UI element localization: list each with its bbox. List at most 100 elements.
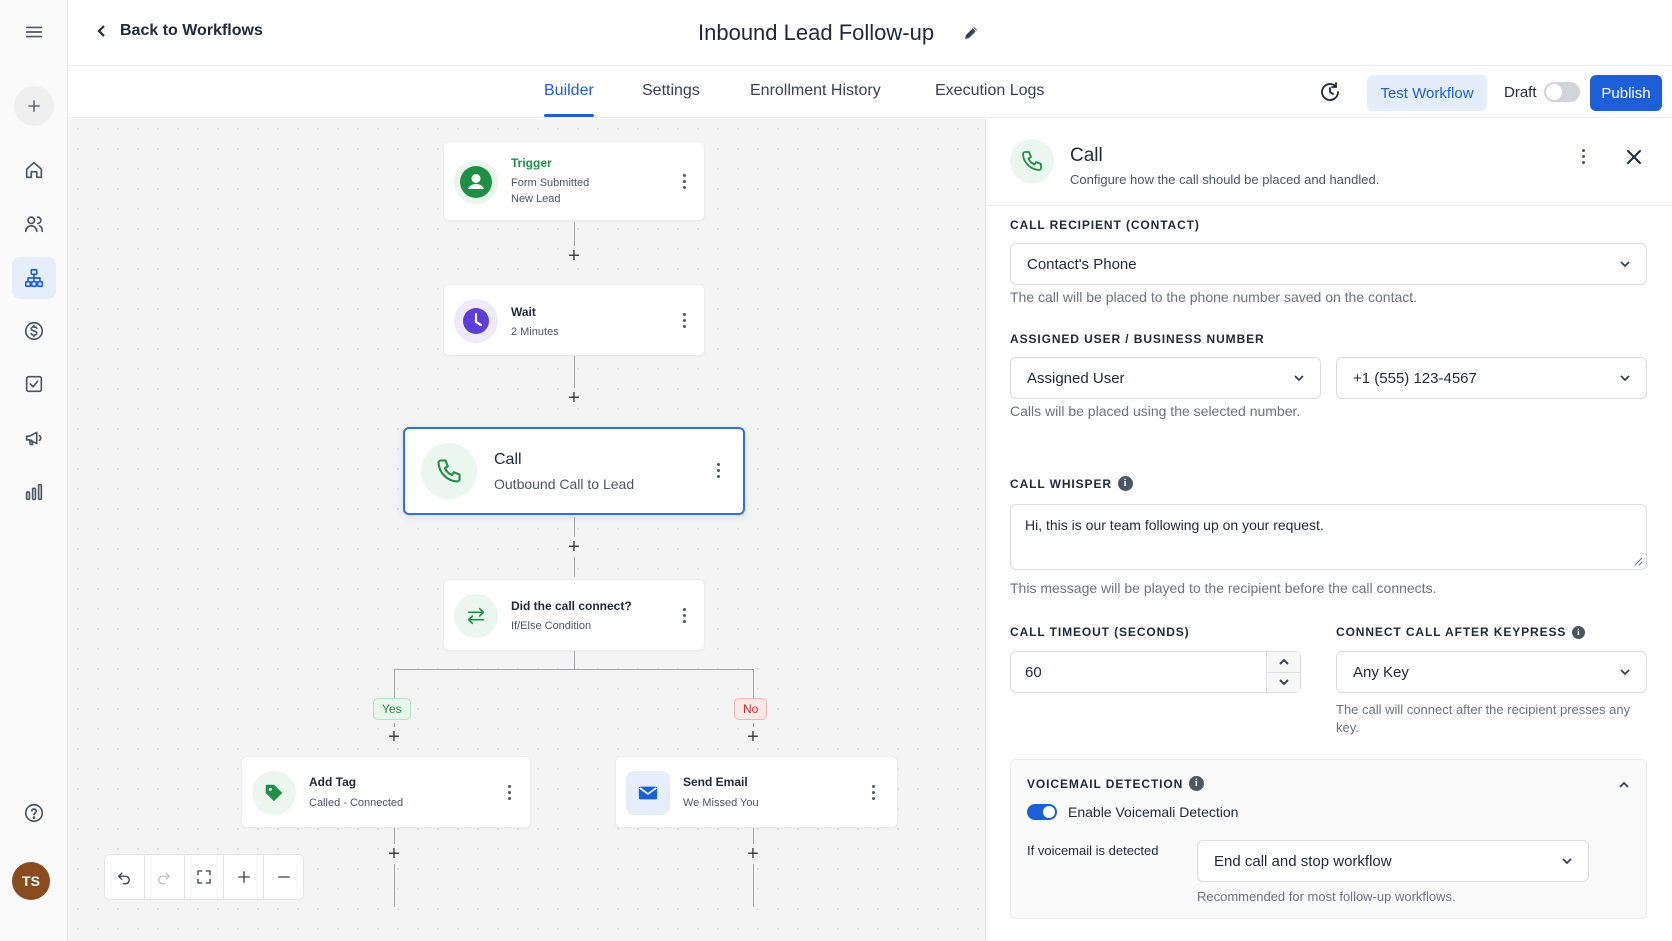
timeout-value: 60 xyxy=(1025,663,1042,681)
connector-line xyxy=(753,827,754,907)
info-icon[interactable]: i xyxy=(1189,776,1205,791)
more-options-icon[interactable] xyxy=(508,785,512,803)
voicemail-if-label: If voicemail is detected xyxy=(1027,843,1159,858)
tasks-icon[interactable] xyxy=(12,363,56,405)
add-tag-node[interactable]: Add Tag Called - Connected xyxy=(241,756,531,828)
close-icon[interactable] xyxy=(1624,147,1644,167)
tab-enrollment-history[interactable]: Enrollment History xyxy=(750,82,881,100)
timeout-input[interactable]: 60 xyxy=(1010,651,1301,693)
assigned-user-select[interactable]: Assigned User xyxy=(1010,357,1321,399)
connector-line xyxy=(574,651,575,669)
info-icon[interactable]: i xyxy=(1117,476,1133,491)
tab-builder[interactable]: Builder xyxy=(544,82,594,100)
add-step-plus-icon[interactable]: + xyxy=(564,537,584,557)
condition-icon-wrap xyxy=(454,594,498,638)
pencil-icon[interactable] xyxy=(962,24,980,42)
call-node[interactable]: Call Outbound Call to Lead xyxy=(403,427,745,515)
keypress-help: The call will connect after the recipien… xyxy=(1336,702,1631,735)
add-step-plus-icon[interactable]: + xyxy=(384,844,404,864)
resize-handle-icon[interactable] xyxy=(1633,556,1643,566)
voicemail-action-select[interactable]: End call and stop workflow xyxy=(1197,840,1589,882)
test-workflow-button[interactable]: Test Workflow xyxy=(1367,75,1487,111)
marketing-icon[interactable] xyxy=(12,417,56,459)
no-branch-label: No xyxy=(734,698,768,720)
chevron-down-icon xyxy=(1278,679,1289,686)
whisper-textarea[interactable]: Hi, this is our team following up on you… xyxy=(1010,504,1647,570)
redo-button[interactable] xyxy=(145,855,185,899)
clock-icon xyxy=(463,308,489,334)
connector-line xyxy=(753,669,754,699)
business-number-select[interactable]: +1 (555) 123-4567 xyxy=(1336,357,1647,399)
trigger-node[interactable]: Trigger Form Submitted New Lead xyxy=(443,141,705,221)
wait-icon-wrap xyxy=(454,299,498,343)
undo-button[interactable] xyxy=(105,855,145,899)
create-new-button[interactable] xyxy=(14,86,54,126)
keypress-label: CONNECT CALL AFTER KEYPRESS i xyxy=(1336,625,1586,639)
workflow-canvas[interactable]: + + + + + + + Trigger Form Submitted New… xyxy=(68,119,985,941)
panel-header-divider xyxy=(986,205,1672,206)
version-history-icon[interactable] xyxy=(1318,80,1342,104)
keypress-select[interactable]: Any Key xyxy=(1336,651,1647,693)
draft-label: Draft xyxy=(1504,84,1537,101)
menu-icon[interactable] xyxy=(12,11,56,53)
voicemail-section: VOICEMAIL DETECTION i Enable Voicemali D… xyxy=(1010,759,1647,919)
tab-settings[interactable]: Settings xyxy=(642,82,700,100)
zoom-out-button[interactable] xyxy=(264,855,303,899)
chevron-down-icon xyxy=(1294,375,1304,382)
condition-node[interactable]: Did the call connect? If/Else Condition xyxy=(443,579,705,651)
back-to-workflows-link[interactable]: Back to Workflows xyxy=(94,22,263,40)
assigned-user-value: Assigned User xyxy=(1027,369,1125,387)
recipient-select[interactable]: Contact's Phone xyxy=(1010,243,1647,285)
recipient-label-text: CALL RECIPIENT (CONTACT) xyxy=(1010,218,1200,232)
chevron-up-icon xyxy=(1278,658,1289,665)
chevron-down-icon xyxy=(1620,261,1630,268)
increment-button[interactable] xyxy=(1267,652,1300,673)
contacts-icon[interactable] xyxy=(12,203,56,245)
chevron-up-icon[interactable] xyxy=(1617,778,1631,792)
draft-toggle[interactable] xyxy=(1544,82,1580,102)
whisper-label-text: CALL WHISPER xyxy=(1010,476,1112,491)
recipient-help: The call will be placed to the phone num… xyxy=(1010,289,1418,305)
zoom-in-button[interactable] xyxy=(224,855,265,899)
add-step-plus-icon[interactable]: + xyxy=(743,727,763,747)
assigned-label: ASSIGNED USER / BUSINESS NUMBER xyxy=(1010,332,1265,346)
decrement-button[interactable] xyxy=(1267,673,1300,693)
info-icon[interactable]: i xyxy=(1572,625,1586,639)
condition-title: Did the call connect? xyxy=(511,599,632,613)
add-step-plus-icon[interactable]: + xyxy=(564,246,584,266)
trigger-event: Form Submitted xyxy=(511,177,590,189)
more-options-icon[interactable] xyxy=(683,174,687,192)
more-options-icon[interactable] xyxy=(683,313,687,331)
call-node-subtitle: Outbound Call to Lead xyxy=(494,476,635,492)
user-avatar[interactable]: TS xyxy=(12,862,50,900)
reports-icon[interactable] xyxy=(12,471,56,513)
wait-node[interactable]: Wait 2 Minutes xyxy=(443,284,705,356)
payments-icon[interactable] xyxy=(12,310,56,352)
home-icon[interactable] xyxy=(12,149,56,191)
phone-icon xyxy=(1022,151,1042,171)
workflows-icon[interactable] xyxy=(12,257,56,299)
help-icon[interactable] xyxy=(12,792,56,834)
fit-to-screen-button[interactable] xyxy=(185,855,225,899)
more-options-icon[interactable] xyxy=(872,785,876,803)
chevron-left-icon xyxy=(97,25,105,37)
add-step-plus-icon[interactable]: + xyxy=(564,388,584,408)
panel-more-options-icon[interactable] xyxy=(1582,149,1585,167)
more-options-icon[interactable] xyxy=(683,608,687,626)
chevron-down-icon xyxy=(1562,858,1572,865)
call-node-title: Call xyxy=(494,451,522,468)
tab-execution-logs[interactable]: Execution Logs xyxy=(935,82,1044,100)
send-email-title: Send Email xyxy=(683,775,748,789)
add-step-plus-icon[interactable]: + xyxy=(384,727,404,747)
publish-button[interactable]: Publish xyxy=(1590,75,1662,111)
keypress-label-text: CONNECT CALL AFTER KEYPRESS xyxy=(1336,625,1567,639)
whisper-help: This message will be played to the recip… xyxy=(1010,580,1437,596)
add-step-plus-icon[interactable]: + xyxy=(743,844,763,864)
send-email-node[interactable]: Send Email We Missed You xyxy=(615,756,898,828)
more-options-icon[interactable] xyxy=(717,463,721,481)
voicemail-toggle[interactable] xyxy=(1027,804,1057,820)
tag-icon-wrap xyxy=(252,771,296,815)
condition-type: If/Else Condition xyxy=(511,620,592,632)
call-settings-panel: Call Configure how the call should be pl… xyxy=(985,119,1672,941)
connector-line xyxy=(394,669,395,699)
